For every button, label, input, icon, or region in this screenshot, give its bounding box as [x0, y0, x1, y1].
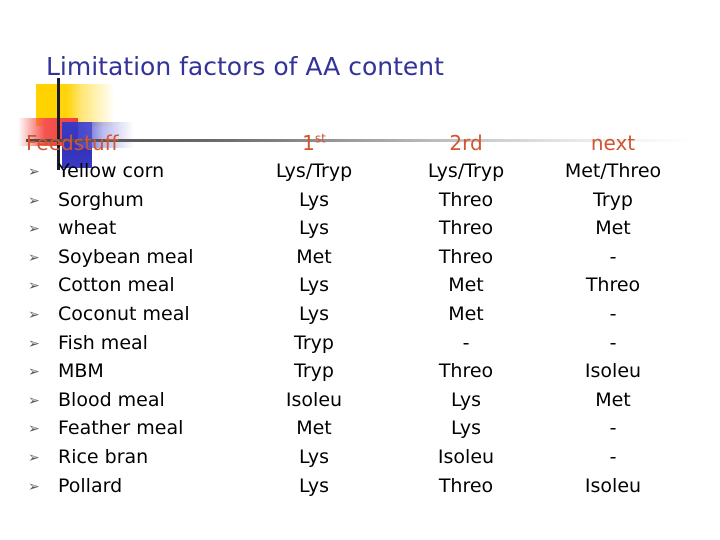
second-limiting-aa: Threo	[438, 245, 494, 268]
bullet-icon: ➢	[28, 449, 40, 466]
first-limiting-aa: Tryp	[294, 360, 334, 383]
bullet-icon: ➢	[28, 364, 40, 381]
first-limiting-aa: Met	[296, 417, 332, 440]
table-row: ➢ Coconut meal Lys Met -	[26, 301, 694, 330]
bullet-icon: ➢	[28, 249, 40, 266]
bullet-icon: ➢	[28, 192, 40, 209]
column-header-feedstuff: Feedstuff	[26, 131, 119, 155]
table-row: ➢ Sorghum Lys Threo Tryp	[26, 187, 694, 216]
next-limiting-aa: -	[609, 445, 617, 468]
feedstuff-name: Feather meal	[58, 417, 184, 440]
first-limiting-aa: Lys/Tryp	[275, 160, 353, 182]
first-limiting-aa: Lys	[299, 302, 329, 325]
second-limiting-aa: Threo	[438, 360, 494, 383]
table-row: ➢ Yellow corn Lys/Tryp Lys/Tryp Met/Thre…	[26, 158, 694, 187]
first-limiting-aa: Lys	[299, 474, 329, 497]
second-limiting-aa: Lys	[451, 417, 481, 440]
next-limiting-aa: Isoleu	[584, 474, 642, 497]
bullet-icon: ➢	[28, 335, 40, 352]
next-limiting-aa: Met	[595, 217, 631, 240]
table-row: ➢ Pollard Lys Threo Isoleu	[26, 473, 694, 502]
second-limiting-aa: Threo	[438, 217, 494, 240]
second-limiting-aa: Met	[448, 302, 484, 325]
next-limiting-aa: -	[609, 302, 617, 325]
bullet-icon: ➢	[28, 421, 40, 438]
table-row: ➢ wheat Lys Threo Met	[26, 215, 694, 244]
second-limiting-aa: Met	[448, 274, 484, 297]
column-header-first-number: 1	[302, 131, 315, 155]
feedstuff-name: wheat	[58, 217, 117, 240]
bullet-icon: ➢	[28, 164, 40, 180]
table-row: ➢ Soybean meal Met Threo -	[26, 244, 694, 273]
first-limiting-aa: Lys	[299, 274, 329, 297]
first-limiting-aa: Lys	[299, 445, 329, 468]
feedstuff-name: Soybean meal	[58, 245, 194, 268]
second-limiting-aa: Isoleu	[437, 445, 495, 468]
first-limiting-aa: Tryp	[294, 331, 334, 354]
second-limiting-aa: Threo	[438, 474, 494, 497]
bullet-icon: ➢	[28, 278, 40, 295]
next-limiting-aa: Tryp	[593, 188, 633, 211]
first-limiting-aa: Met	[296, 245, 332, 268]
bullet-icon: ➢	[28, 221, 40, 238]
deco-yellow-block	[36, 84, 81, 126]
next-limiting-aa: Isoleu	[584, 360, 642, 383]
bullet-icon: ➢	[28, 478, 40, 495]
next-limiting-aa: Met/Threo	[564, 160, 662, 182]
next-limiting-aa: -	[609, 245, 617, 268]
first-limiting-aa: Lys	[299, 188, 329, 211]
table-row: ➢ Rice bran Lys Isoleu -	[26, 444, 694, 473]
feedstuff-name: Cotton meal	[58, 274, 175, 297]
column-header-first: 1st	[244, 130, 384, 156]
bullet-icon: ➢	[28, 306, 40, 323]
first-limiting-aa: Lys	[299, 217, 329, 240]
feedstuff-name: Coconut meal	[58, 302, 190, 325]
table-row: ➢ Cotton meal Lys Met Threo	[26, 272, 694, 301]
page-title: Limitation factors of AA content	[46, 52, 444, 81]
second-limiting-aa: Threo	[438, 188, 494, 211]
feedstuff-name: Sorghum	[58, 188, 144, 211]
bullet-icon: ➢	[28, 392, 40, 409]
feedstuff-name: Rice bran	[58, 445, 149, 468]
table-row: ➢ MBM Tryp Threo Isoleu	[26, 358, 694, 387]
column-header-second: 2rd	[449, 131, 483, 155]
table-header-row: Feedstuff 1st 2rd next	[26, 130, 694, 158]
second-limiting-aa: Lys	[451, 388, 481, 411]
feedstuff-name: Fish meal	[58, 331, 148, 354]
first-limiting-aa: Isoleu	[285, 388, 343, 411]
feedstuff-name: Pollard	[58, 474, 123, 497]
feedstuff-name: Yellow corn	[58, 160, 165, 182]
second-limiting-aa: -	[462, 331, 470, 354]
column-header-next: next	[590, 131, 636, 155]
second-limiting-aa: Lys/Tryp	[427, 160, 505, 182]
column-header-first-suffix: st	[314, 131, 326, 146]
next-limiting-aa: -	[609, 331, 617, 354]
next-limiting-aa: -	[609, 417, 617, 440]
next-limiting-aa: Met	[595, 388, 631, 411]
table-row: ➢ Blood meal Isoleu Lys Met	[26, 387, 694, 416]
table-row: ➢ Feather meal Met Lys -	[26, 415, 694, 444]
feedstuff-name: MBM	[58, 360, 104, 383]
deco-yellow-fade-block	[63, 84, 115, 126]
next-limiting-aa: Threo	[585, 274, 641, 297]
table-row: ➢ Fish meal Tryp - -	[26, 330, 694, 359]
limitation-factors-table: Feedstuff 1st 2rd next ➢ Yellow corn Lys…	[26, 130, 694, 501]
feedstuff-name: Blood meal	[58, 388, 165, 411]
